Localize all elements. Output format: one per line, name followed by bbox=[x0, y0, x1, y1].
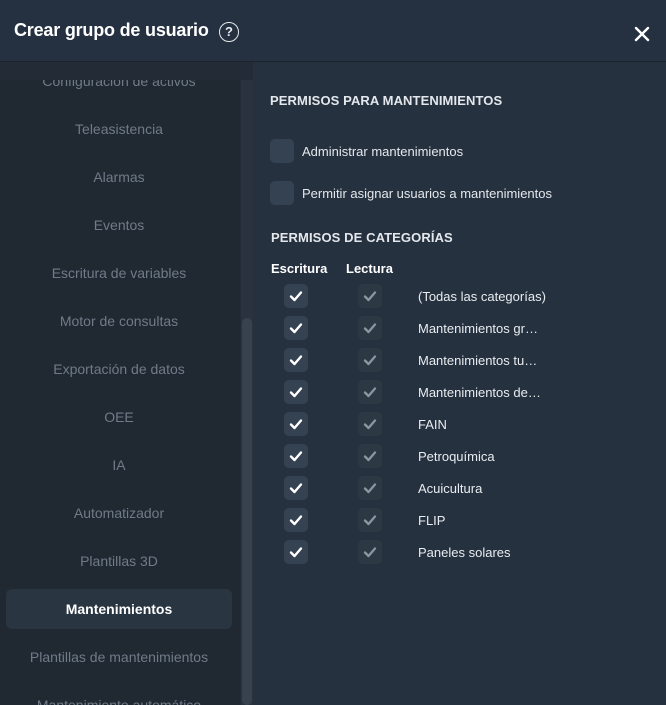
read-checkbox[interactable] bbox=[358, 284, 382, 308]
category-label: FAIN bbox=[418, 417, 447, 432]
category-label: Acuicultura bbox=[418, 481, 483, 496]
check-icon bbox=[363, 387, 377, 398]
check-icon bbox=[289, 515, 303, 526]
sidebar-item-automatic-maintenance[interactable]: Mantenimiento automático bbox=[6, 685, 232, 705]
sidebar-item-oee[interactable]: OEE bbox=[6, 397, 232, 437]
write-column-header: Escritura bbox=[271, 261, 328, 276]
category-label: Mantenimientos de… bbox=[418, 385, 541, 400]
write-checkbox[interactable] bbox=[284, 316, 308, 340]
sidebar-item-ia[interactable]: IA bbox=[6, 445, 232, 485]
sidebar-item-3d-templates[interactable]: Plantillas 3D bbox=[6, 541, 232, 581]
admin-maintenance-label: Administrar mantenimientos bbox=[302, 144, 464, 159]
read-checkbox[interactable] bbox=[358, 316, 382, 340]
read-checkbox[interactable] bbox=[358, 540, 382, 564]
sidebar: Configuración de activos Teleasistencia … bbox=[0, 80, 240, 705]
check-icon bbox=[363, 515, 377, 526]
read-checkbox[interactable] bbox=[358, 412, 382, 436]
read-checkbox[interactable] bbox=[358, 476, 382, 500]
check-icon bbox=[289, 451, 303, 462]
sidebar-scrollbar-thumb[interactable] bbox=[242, 318, 252, 705]
write-checkbox[interactable] bbox=[284, 412, 308, 436]
sidebar-item-data-export[interactable]: Exportación de datos bbox=[6, 349, 232, 389]
check-icon bbox=[289, 323, 303, 334]
read-checkbox[interactable] bbox=[358, 348, 382, 372]
check-icon bbox=[289, 291, 303, 302]
sidebar-item-maintenance[interactable]: Mantenimientos bbox=[6, 589, 232, 629]
check-icon bbox=[363, 547, 377, 558]
sidebar-item-variable-writing[interactable]: Escritura de variables bbox=[6, 253, 232, 293]
check-icon bbox=[363, 483, 377, 494]
category-label: Mantenimientos tu… bbox=[418, 353, 538, 368]
sidebar-item-query-engine[interactable]: Motor de consultas bbox=[6, 301, 232, 341]
read-column-header: Lectura bbox=[346, 261, 393, 276]
check-icon bbox=[289, 547, 303, 558]
write-checkbox[interactable] bbox=[284, 540, 308, 564]
write-checkbox[interactable] bbox=[284, 476, 308, 500]
assign-users-checkbox[interactable] bbox=[270, 181, 294, 205]
sidebar-item-teleassistance[interactable]: Teleasistencia bbox=[6, 109, 232, 149]
dialog-header: Crear grupo de usuario ? bbox=[0, 0, 666, 62]
dialog-title: Crear grupo de usuario bbox=[14, 20, 209, 40]
check-icon bbox=[289, 419, 303, 430]
sidebar-item-asset-config[interactable]: Configuración de activos bbox=[6, 80, 232, 101]
check-icon bbox=[363, 323, 377, 334]
write-checkbox[interactable] bbox=[284, 508, 308, 532]
check-icon bbox=[289, 355, 303, 366]
write-checkbox[interactable] bbox=[284, 444, 308, 468]
category-label: (Todas las categorías) bbox=[418, 289, 546, 304]
check-icon bbox=[363, 451, 377, 462]
category-permissions-heading: PERMISOS DE CATEGORÍAS bbox=[271, 230, 453, 245]
category-label: FLIP bbox=[418, 513, 446, 528]
check-icon bbox=[289, 483, 303, 494]
write-checkbox[interactable] bbox=[284, 348, 308, 372]
read-checkbox[interactable] bbox=[358, 380, 382, 404]
admin-maintenance-checkbox[interactable] bbox=[270, 139, 294, 163]
sidebar-item-alarms[interactable]: Alarmas bbox=[6, 157, 232, 197]
check-icon bbox=[363, 355, 377, 366]
write-checkbox[interactable] bbox=[284, 284, 308, 308]
sidebar-item-automator[interactable]: Automatizador bbox=[6, 493, 232, 533]
read-checkbox[interactable] bbox=[358, 508, 382, 532]
check-icon bbox=[363, 291, 377, 302]
write-checkbox[interactable] bbox=[284, 380, 308, 404]
category-label: Petroquímica bbox=[418, 449, 495, 464]
sidebar-item-maintenance-templates[interactable]: Plantillas de mantenimientos bbox=[6, 637, 232, 677]
check-icon bbox=[363, 419, 377, 430]
maintenance-permissions-heading: PERMISOS PARA MANTENIMIENTOS bbox=[270, 93, 503, 108]
read-checkbox[interactable] bbox=[358, 444, 382, 468]
assign-users-label: Permitir asignar usuarios a mantenimient… bbox=[302, 186, 552, 201]
check-icon bbox=[289, 387, 303, 398]
close-icon[interactable] bbox=[630, 22, 654, 46]
sidebar-item-events[interactable]: Eventos bbox=[6, 205, 232, 245]
category-label: Mantenimientos gr… bbox=[418, 321, 538, 336]
help-icon[interactable]: ? bbox=[219, 22, 239, 42]
category-label: Paneles solares bbox=[418, 545, 511, 560]
